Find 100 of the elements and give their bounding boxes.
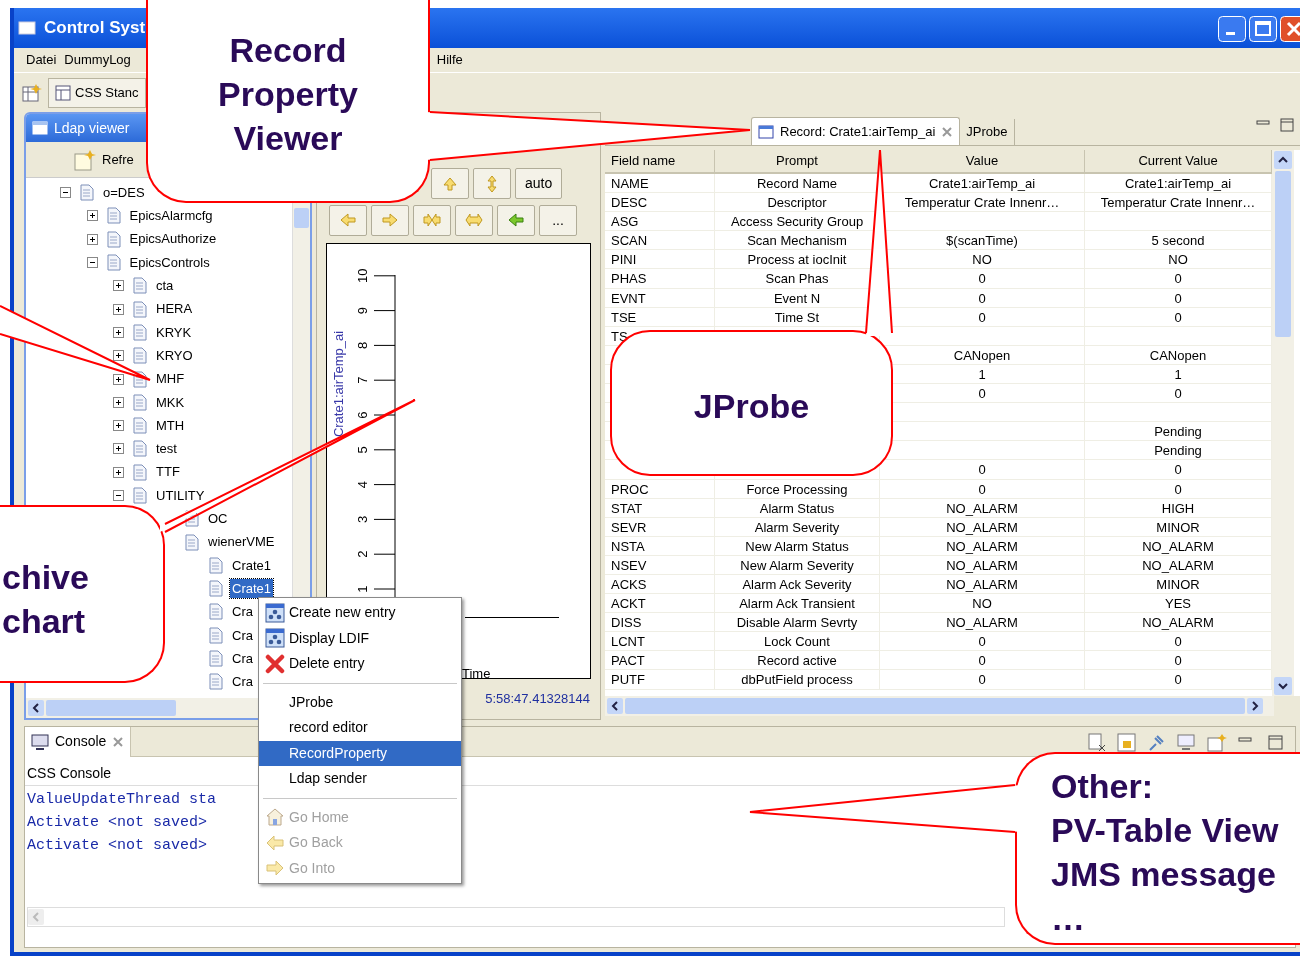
- scroll-up-icon[interactable]: [1274, 151, 1292, 169]
- scroll-left-icon[interactable]: [28, 700, 44, 716]
- column-header[interactable]: Prompt: [715, 150, 880, 174]
- toolbar-button[interactable]: [497, 204, 535, 236]
- expand-toggle[interactable]: [113, 350, 124, 362]
- tree-item[interactable]: EpicsAuthorize: [127, 229, 219, 249]
- expand-toggle[interactable]: [60, 187, 71, 199]
- tree-item[interactable]: test: [154, 439, 179, 459]
- expand-toggle[interactable]: [113, 466, 124, 478]
- tree-item[interactable]: EpicsControls: [127, 252, 212, 273]
- scrollbar-thumb[interactable]: [294, 208, 309, 228]
- tree-item[interactable]: Cra: [230, 625, 255, 646]
- expand-toggle[interactable]: [113, 326, 124, 338]
- tree-item[interactable]: OC: [206, 509, 230, 529]
- tree-item[interactable]: wienerVME: [206, 532, 277, 552]
- axis-label: Crate1:airTemp_ai: [329, 328, 349, 440]
- toolbar-button[interactable]: [455, 204, 493, 236]
- expand-toggle[interactable]: [113, 373, 124, 385]
- tree-item[interactable]: o=DES: [101, 182, 147, 203]
- table-cell: ASG: [605, 212, 715, 231]
- close-icon[interactable]: [112, 735, 125, 748]
- tree-item[interactable]: Crate1: [230, 555, 274, 576]
- expand-toggle[interactable]: [113, 303, 124, 315]
- lock-icon[interactable]: [1117, 733, 1137, 753]
- expand-toggle[interactable]: [113, 396, 124, 408]
- callout-text: …: [1051, 898, 1085, 939]
- callout-text: Other:: [1051, 766, 1153, 807]
- toolbar-button[interactable]: [329, 204, 367, 236]
- minimize-button[interactable]: [1218, 16, 1246, 42]
- tree-item[interactable]: KRYK: [154, 322, 194, 343]
- monitor-icon[interactable]: [1177, 733, 1197, 753]
- menu-item[interactable]: record editor: [259, 715, 461, 741]
- tree-item[interactable]: TTF: [154, 462, 182, 482]
- console-tab[interactable]: Console: [25, 726, 132, 757]
- tree-item[interactable]: Cra: [230, 672, 255, 692]
- table-cell: PUTF: [605, 670, 715, 689]
- expand-toggle[interactable]: [86, 233, 98, 245]
- horizontal-scrollbar[interactable]: [27, 907, 1005, 927]
- menu-item[interactable]: Create new entry: [259, 600, 461, 626]
- expand-toggle[interactable]: [113, 280, 124, 292]
- table-cell: PROC: [605, 479, 715, 498]
- menu-item[interactable]: Delete entry: [259, 651, 461, 677]
- document-icon: [105, 230, 122, 248]
- tree-item[interactable]: MHF: [154, 369, 187, 389]
- ldap-entry-icon: [265, 628, 285, 649]
- table-cell: NO_ALARM: [880, 498, 1085, 517]
- menu-item[interactable]: Ldap sender: [259, 766, 461, 792]
- tree-item[interactable]: Crate1: [230, 578, 274, 599]
- console-line: ValueUpdateThread sta: [27, 790, 217, 810]
- column-header[interactable]: Current Value: [1085, 150, 1272, 174]
- maximize-button[interactable]: [1249, 16, 1277, 42]
- tree-item[interactable]: MTH: [154, 415, 187, 436]
- clear-console-icon[interactable]: [1087, 733, 1107, 753]
- table-cell: PINI: [605, 250, 715, 269]
- delete-icon: [265, 653, 285, 674]
- close-button[interactable]: [1280, 16, 1300, 42]
- menu-item[interactable]: DummyLog: [60, 50, 135, 70]
- scrollbar-thumb[interactable]: [1275, 171, 1291, 337]
- open-perspective-icon[interactable]: [22, 82, 42, 103]
- document-icon: [105, 207, 122, 225]
- menu-item[interactable]: JProbe: [259, 689, 461, 715]
- up-arrow-icon: [442, 175, 458, 192]
- tree-item[interactable]: HERA: [154, 299, 195, 319]
- tree-item[interactable]: cta: [154, 276, 176, 296]
- scroll-left-icon[interactable]: [607, 698, 623, 714]
- home-icon: [265, 807, 285, 828]
- expand-toggle[interactable]: [113, 490, 124, 501]
- refresh-button[interactable]: Refre: [74, 148, 134, 171]
- perspective-button[interactable]: CSS Stanc: [48, 77, 146, 108]
- scroll-right-icon[interactable]: [1247, 698, 1263, 714]
- scroll-down-icon[interactable]: [1274, 677, 1292, 695]
- toolbar-button[interactable]: [413, 204, 451, 236]
- tree-item[interactable]: KRYO: [154, 345, 195, 366]
- auto-button[interactable]: auto: [515, 168, 563, 199]
- menu-item[interactable]: Hilfe: [432, 50, 467, 70]
- toolbar-button[interactable]: [371, 204, 409, 236]
- expand-toggle[interactable]: [86, 257, 98, 269]
- toolbar-button[interactable]: [473, 168, 511, 199]
- column-header[interactable]: Field name: [605, 150, 715, 174]
- close-icon[interactable]: [941, 125, 954, 138]
- expand-toggle[interactable]: [113, 443, 124, 455]
- menu-item[interactable]: RecordProperty: [259, 740, 461, 766]
- new-console-icon[interactable]: [1207, 733, 1227, 753]
- expand-toggle[interactable]: [86, 210, 98, 222]
- scrollbar-thumb[interactable]: [46, 700, 176, 716]
- tree-item[interactable]: Cra: [230, 602, 255, 622]
- editor-tab[interactable]: Record: Crate1:airTemp_ai: [751, 117, 961, 145]
- scrollbar-thumb[interactable]: [625, 698, 1245, 714]
- expand-toggle[interactable]: [113, 420, 124, 432]
- tree-item[interactable]: EpicsAlarmcfg: [127, 206, 215, 226]
- toolbar-button[interactable]: [431, 168, 469, 199]
- tree-item[interactable]: Cra: [230, 648, 255, 669]
- menu-item[interactable]: Datei: [22, 50, 61, 70]
- more-button[interactable]: ...: [539, 204, 577, 236]
- maximize-icon[interactable]: [1280, 118, 1294, 132]
- document-icon: [132, 463, 148, 481]
- tree-item[interactable]: MKK: [154, 392, 187, 413]
- menu-item[interactable]: Display LDIF: [259, 625, 461, 651]
- column-header[interactable]: Value: [880, 150, 1085, 174]
- tree-item[interactable]: UTILITY: [154, 485, 207, 506]
